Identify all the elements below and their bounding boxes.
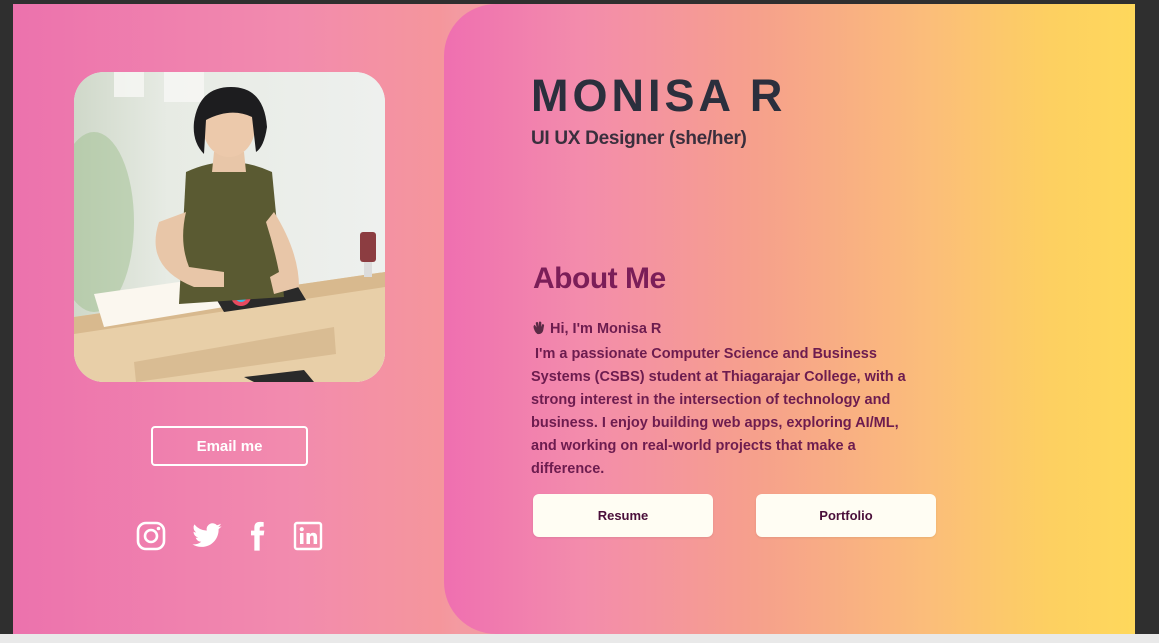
profile-photo xyxy=(74,72,385,382)
facebook-icon[interactable] xyxy=(241,520,273,552)
waving-hand-icon xyxy=(531,320,546,339)
about-greeting: Hi, I'm Monisa R xyxy=(531,320,661,339)
portfolio-card: Email me MONISA R UI UX Designer (she/he… xyxy=(13,4,1135,634)
profile-name: MONISA R xyxy=(531,70,787,121)
about-bio: I'm a passionate Computer Science and Bu… xyxy=(531,346,910,477)
profile-role: UI UX Designer (she/her) xyxy=(531,128,747,149)
portfolio-button[interactable]: Portfolio xyxy=(756,494,936,537)
about-me-heading: About Me xyxy=(533,262,666,295)
resume-button[interactable]: Resume xyxy=(533,494,713,537)
greeting-text: Hi, I'm Monisa R xyxy=(550,321,662,337)
twitter-icon[interactable] xyxy=(191,520,223,552)
instagram-icon[interactable] xyxy=(135,520,167,552)
email-me-button[interactable]: Email me xyxy=(151,426,308,466)
social-links xyxy=(135,520,335,560)
linkedin-icon[interactable] xyxy=(292,520,324,552)
window-bottom-strip xyxy=(0,634,1159,643)
